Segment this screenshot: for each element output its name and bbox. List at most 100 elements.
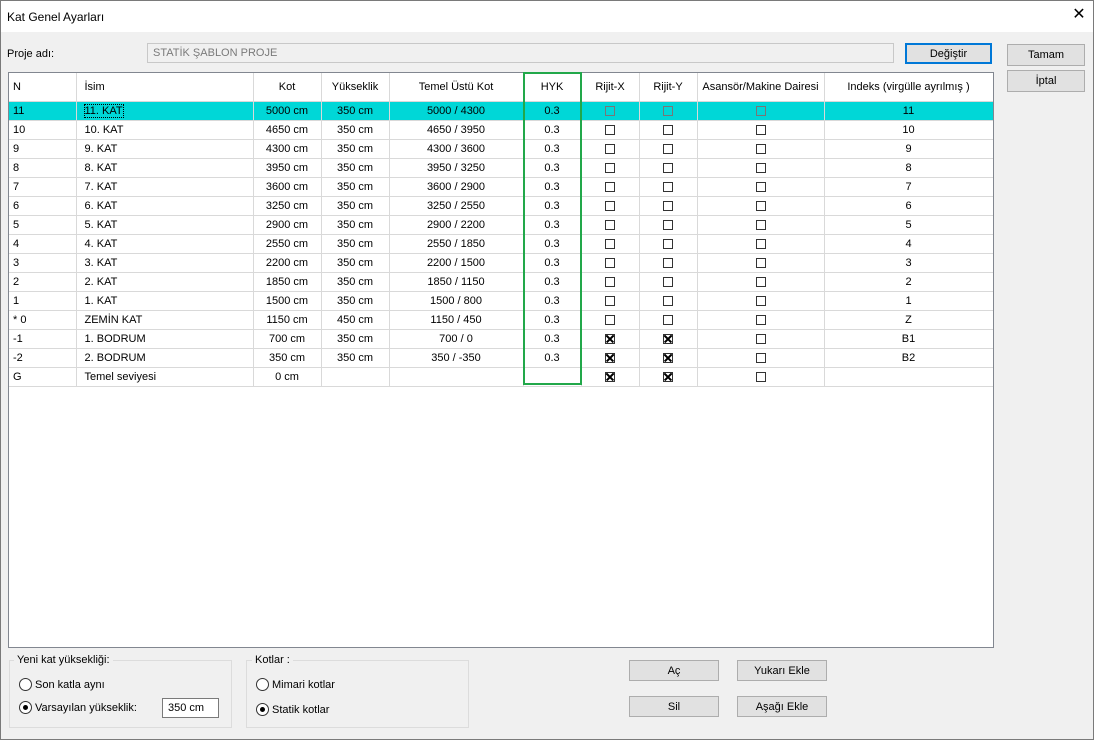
table-row[interactable]: 4 4. KAT 2550 cm 350 cm 2550 / 1850 0.3 4 (9, 234, 993, 254)
cell-hyk[interactable]: 0.3 (523, 329, 582, 349)
cell-n[interactable]: 6 (9, 196, 77, 216)
cell-temel-ustu-kot[interactable] (389, 367, 524, 387)
radio-static-levels[interactable]: Statik kotlar (256, 703, 329, 716)
open-button[interactable]: Aç (629, 660, 719, 681)
table-row[interactable]: 6 6. KAT 3250 cm 350 cm 3250 / 2550 0.3 6 (9, 196, 993, 216)
rigid-y-checkbox[interactable] (663, 371, 673, 382)
cell-height[interactable]: 350 cm (321, 291, 390, 311)
cell-temel-ustu-kot[interactable]: 3950 / 3250 (389, 158, 524, 178)
cell-n[interactable]: G (9, 367, 77, 387)
lift-room-checkbox[interactable] (755, 352, 766, 363)
cell-n[interactable]: 3 (9, 253, 77, 273)
cell-hyk[interactable]: 0.3 (523, 101, 582, 121)
cell-name[interactable]: 1. BODRUM (76, 329, 254, 349)
cell-hyk[interactable]: 0.3 (523, 234, 582, 254)
cell-height[interactable]: 350 cm (321, 215, 390, 235)
rigid-y-checkbox[interactable] (663, 295, 673, 306)
cell-temel-ustu-kot[interactable]: 1500 / 800 (389, 291, 524, 311)
cell-index[interactable]: 8 (824, 158, 993, 178)
cell-name[interactable]: 11. KAT (76, 101, 254, 121)
lift-room-checkbox[interactable] (755, 124, 766, 135)
cell-n[interactable]: 4 (9, 234, 77, 254)
cell-height[interactable]: 350 cm (321, 101, 390, 121)
cell-temel-ustu-kot[interactable]: 4650 / 3950 (389, 120, 524, 140)
cell-index[interactable]: 2 (824, 272, 993, 292)
cell-temel-ustu-kot[interactable]: 5000 / 4300 (389, 101, 524, 121)
lift-room-checkbox[interactable] (755, 371, 766, 382)
cell-hyk[interactable]: 0.3 (523, 253, 582, 273)
cell-index[interactable]: 10 (824, 120, 993, 140)
project-name-field[interactable]: STATİK ŞABLON PROJE (147, 43, 894, 63)
cell-temel-ustu-kot[interactable]: 4300 / 3600 (389, 139, 524, 159)
rigid-y-checkbox[interactable] (663, 162, 673, 173)
cell-n[interactable]: 5 (9, 215, 77, 235)
cell-hyk[interactable]: 0.3 (523, 177, 582, 197)
cell-name[interactable]: Temel seviyesi (76, 367, 254, 387)
lift-room-checkbox[interactable] (755, 181, 766, 192)
rigid-x-checkbox[interactable] (605, 200, 615, 211)
cell-temel-ustu-kot[interactable]: 3600 / 2900 (389, 177, 524, 197)
rigid-x-checkbox[interactable] (605, 181, 615, 192)
cell-hyk[interactable]: 0.3 (523, 291, 582, 311)
add-below-button[interactable]: Aşağı Ekle (737, 696, 827, 717)
cell-kot[interactable]: 5000 cm (253, 101, 322, 121)
cell-hyk[interactable] (523, 367, 582, 387)
cell-n[interactable]: 10 (9, 120, 77, 140)
rigid-x-checkbox[interactable] (605, 352, 615, 363)
cell-index[interactable]: 3 (824, 253, 993, 273)
rigid-x-checkbox[interactable] (605, 333, 615, 344)
cell-hyk[interactable]: 0.3 (523, 272, 582, 292)
cell-name[interactable]: 8. KAT (76, 158, 254, 178)
column-header-temel-ustu-kot[interactable]: Temel Üstü Kot (389, 73, 524, 102)
rigid-y-checkbox[interactable] (663, 257, 673, 268)
cell-n[interactable]: 1 (9, 291, 77, 311)
cell-kot[interactable]: 1850 cm (253, 272, 322, 292)
cell-height[interactable]: 350 cm (321, 177, 390, 197)
rigid-x-checkbox[interactable] (605, 124, 615, 135)
rigid-y-checkbox[interactable] (663, 200, 673, 211)
cell-kot[interactable]: 2200 cm (253, 253, 322, 273)
cell-hyk[interactable]: 0.3 (523, 139, 582, 159)
cell-kot[interactable]: 700 cm (253, 329, 322, 349)
column-header-n[interactable]: N (9, 73, 77, 102)
table-row[interactable]: 11 11. KAT 5000 cm 350 cm 5000 / 4300 0.3 11 (9, 101, 993, 121)
table-row[interactable]: * 0 ZEMİN KAT 1150 cm 450 cm 1150 / 450 0.3 Z (9, 310, 993, 330)
cell-height[interactable]: 350 cm (321, 158, 390, 178)
table-row[interactable]: 5 5. KAT 2900 cm 350 cm 2900 / 2200 0.3 5 (9, 215, 993, 235)
cell-name[interactable]: 2. BODRUM (76, 348, 254, 368)
cell-kot[interactable]: 1150 cm (253, 310, 322, 330)
cancel-button[interactable]: İptal (1007, 70, 1085, 92)
cell-temel-ustu-kot[interactable]: 2550 / 1850 (389, 234, 524, 254)
rigid-y-checkbox[interactable] (663, 276, 673, 287)
radio-default-height[interactable]: Varsayılan yükseklik: (19, 701, 137, 714)
cell-temel-ustu-kot[interactable]: 3250 / 2550 (389, 196, 524, 216)
cell-index[interactable]: 1 (824, 291, 993, 311)
column-header-rijit-y[interactable]: Rijit-Y (639, 73, 698, 102)
table-row[interactable]: 9 9. KAT 4300 cm 350 cm 4300 / 3600 0.3 9 (9, 139, 993, 159)
column-header-kot[interactable]: Kot (253, 73, 322, 102)
cell-index[interactable]: 6 (824, 196, 993, 216)
cell-temel-ustu-kot[interactable]: 700 / 0 (389, 329, 524, 349)
cell-height[interactable]: 350 cm (321, 253, 390, 273)
rigid-y-checkbox[interactable] (663, 314, 673, 325)
cell-height[interactable]: 450 cm (321, 310, 390, 330)
cell-n[interactable]: 8 (9, 158, 77, 178)
delete-button[interactable]: Sil (629, 696, 719, 717)
column-header-rijit-x[interactable]: Rijit-X (581, 73, 640, 102)
table-row[interactable]: -2 2. BODRUM 350 cm 350 cm 350 / -350 0.3 B2 (9, 348, 993, 368)
cell-index[interactable]: B1 (824, 329, 993, 349)
lift-room-checkbox[interactable] (755, 143, 766, 154)
lift-room-checkbox[interactable] (755, 238, 766, 249)
cell-kot[interactable]: 1500 cm (253, 291, 322, 311)
rigid-x-checkbox[interactable] (605, 295, 615, 306)
cell-hyk[interactable]: 0.3 (523, 158, 582, 178)
cell-name[interactable]: 9. KAT (76, 139, 254, 159)
cell-kot[interactable]: 3950 cm (253, 158, 322, 178)
table-row[interactable]: 7 7. KAT 3600 cm 350 cm 3600 / 2900 0.3 7 (9, 177, 993, 197)
cell-index[interactable]: 11 (824, 101, 993, 121)
cell-height[interactable]: 350 cm (321, 329, 390, 349)
table-row[interactable]: -1 1. BODRUM 700 cm 350 cm 700 / 0 0.3 B1 (9, 329, 993, 349)
cell-name[interactable]: 5. KAT (76, 215, 254, 235)
rigid-y-checkbox[interactable] (663, 181, 673, 192)
cell-name[interactable]: 4. KAT (76, 234, 254, 254)
